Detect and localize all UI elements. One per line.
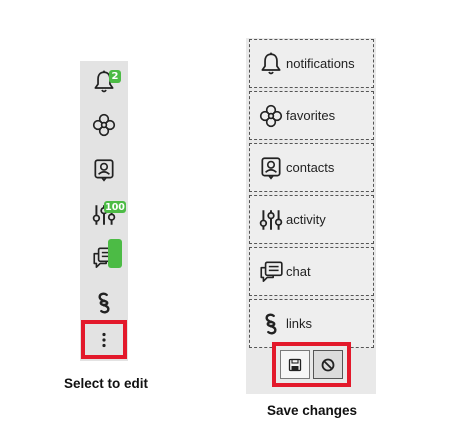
- chat-icon: [258, 259, 284, 285]
- sidebar-item-activity[interactable]: 100: [80, 195, 128, 235]
- sidebar-item-label: activity: [286, 212, 326, 227]
- save-button[interactable]: [280, 350, 310, 379]
- sidebar-item-label: contacts: [286, 160, 335, 175]
- contact-card-icon: [258, 155, 284, 181]
- clover-icon: [91, 112, 117, 138]
- sidebar-item-notifications-editable[interactable]: notifications: [249, 39, 374, 88]
- vertical-dots-icon: [102, 332, 106, 347]
- contact-card-icon: [91, 157, 117, 183]
- cancel-button[interactable]: [313, 350, 343, 379]
- link-icon: [91, 290, 117, 316]
- sidebar-item-contacts[interactable]: [80, 150, 128, 190]
- select-to-edit-caption: Select to edit: [63, 376, 149, 391]
- sidebar-item-notifications[interactable]: 2: [80, 62, 128, 102]
- sidebar-item-links[interactable]: [80, 283, 128, 323]
- sidebar-item-label: chat: [286, 264, 311, 279]
- link-icon: [258, 311, 284, 337]
- sidebar-item-favorites-editable[interactable]: favorites: [249, 91, 374, 140]
- sidebar-item-activity-editable[interactable]: activity: [249, 195, 374, 244]
- save-changes-caption: Save changes: [266, 403, 358, 418]
- collapsed-sidebar: 2 100: [80, 61, 128, 361]
- sidebar-item-chat-editable[interactable]: chat: [249, 247, 374, 296]
- sidebar-item-links-editable[interactable]: links: [249, 299, 374, 348]
- sidebar-item-contacts-editable[interactable]: contacts: [249, 143, 374, 192]
- clover-icon: [258, 103, 284, 129]
- prohibited-icon: [321, 358, 335, 371]
- bell-icon: [258, 51, 284, 77]
- chat-count-badge: [108, 239, 122, 268]
- sidebar-item-favorites[interactable]: [80, 105, 128, 145]
- sidebar-item-label: links: [286, 316, 313, 331]
- floppy-disk-icon: [288, 358, 302, 371]
- more-options-button[interactable]: [81, 320, 127, 359]
- notification-count-badge: 2: [109, 70, 121, 83]
- activity-count-badge: 100: [104, 201, 126, 213]
- sliders-icon: [258, 207, 284, 233]
- sidebar-item-chat[interactable]: [80, 238, 128, 278]
- sidebar-item-label: favorites: [286, 108, 336, 123]
- sidebar-item-label: notifications: [286, 56, 355, 71]
- edit-actions: [272, 342, 351, 387]
